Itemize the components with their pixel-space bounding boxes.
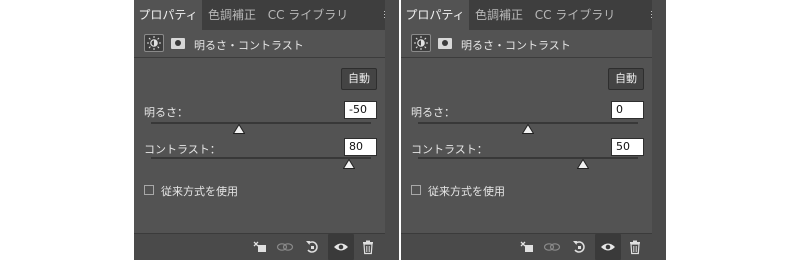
bottom-toolbar <box>134 233 399 260</box>
tab-adjustments[interactable]: 色調補正 <box>204 0 260 30</box>
tab-bar: プロパティ 色調補正 CC ライブラリ <box>134 0 399 30</box>
clip-to-layer-icon[interactable] <box>519 239 535 255</box>
view-previous-icon[interactable] <box>276 239 294 255</box>
use-legacy-label: 従来方式を使用 <box>428 185 505 198</box>
brightness-input[interactable]: 0 <box>611 101 644 119</box>
brightness-slider-thumb[interactable] <box>233 124 245 134</box>
sun-adjust-icon <box>144 34 164 52</box>
panel-edge <box>385 0 399 259</box>
auto-button[interactable]: 自動 <box>608 68 644 90</box>
use-legacy-checkbox[interactable] <box>144 185 154 195</box>
properties-panel-1: プロパティ 色調補正 CC ライブラリ 明るさ・コントラスト 自動 明るさ： -… <box>134 0 399 260</box>
reset-icon[interactable] <box>304 239 320 255</box>
contrast-slider-thumb[interactable] <box>577 159 589 169</box>
properties-panel-2: プロパティ 色調補正 CC ライブラリ 明るさ・コントラスト 自動 明るさ： 0… <box>401 0 666 260</box>
tab-cc-libraries[interactable]: CC ライブラリ <box>266 0 350 30</box>
contrast-slider-track[interactable] <box>418 157 638 159</box>
trash-icon[interactable] <box>627 239 643 255</box>
contrast-slider-track[interactable] <box>151 157 371 159</box>
visibility-toggle[interactable] <box>328 234 354 260</box>
auto-button[interactable]: 自動 <box>341 68 377 90</box>
use-legacy-label: 従来方式を使用 <box>161 185 238 198</box>
visibility-eye-icon <box>334 243 348 251</box>
view-previous-icon[interactable] <box>543 239 561 255</box>
panel-edge <box>652 0 666 259</box>
adjustment-title: 明るさ・コントラスト <box>194 39 304 52</box>
mask-icon[interactable] <box>438 38 452 49</box>
tab-properties[interactable]: プロパティ <box>134 0 202 30</box>
trash-icon[interactable] <box>360 239 376 255</box>
adjustment-title: 明るさ・コントラスト <box>461 39 571 52</box>
brightness-label: 明るさ： <box>411 106 455 119</box>
divider <box>134 57 399 58</box>
contrast-input[interactable]: 80 <box>344 138 377 156</box>
visibility-eye-icon <box>601 243 615 251</box>
visibility-toggle[interactable] <box>595 234 621 260</box>
clip-to-layer-icon[interactable] <box>252 239 268 255</box>
use-legacy-checkbox[interactable] <box>411 185 421 195</box>
brightness-slider-track[interactable] <box>151 122 371 124</box>
reset-icon[interactable] <box>571 239 587 255</box>
bottom-toolbar <box>401 233 666 260</box>
tab-properties[interactable]: プロパティ <box>401 0 469 30</box>
contrast-input[interactable]: 50 <box>611 138 644 156</box>
contrast-label: コントラスト： <box>411 143 488 156</box>
sun-adjust-icon <box>411 34 431 52</box>
tab-bar: プロパティ 色調補正 CC ライブラリ <box>401 0 666 30</box>
tab-cc-libraries[interactable]: CC ライブラリ <box>533 0 617 30</box>
divider <box>401 57 666 58</box>
mask-icon[interactable] <box>171 38 185 49</box>
contrast-slider-thumb[interactable] <box>343 159 355 169</box>
contrast-label: コントラスト： <box>144 143 221 156</box>
brightness-label: 明るさ： <box>144 106 188 119</box>
brightness-input[interactable]: -50 <box>344 101 377 119</box>
tab-adjustments[interactable]: 色調補正 <box>471 0 527 30</box>
brightness-slider-thumb[interactable] <box>522 124 534 134</box>
